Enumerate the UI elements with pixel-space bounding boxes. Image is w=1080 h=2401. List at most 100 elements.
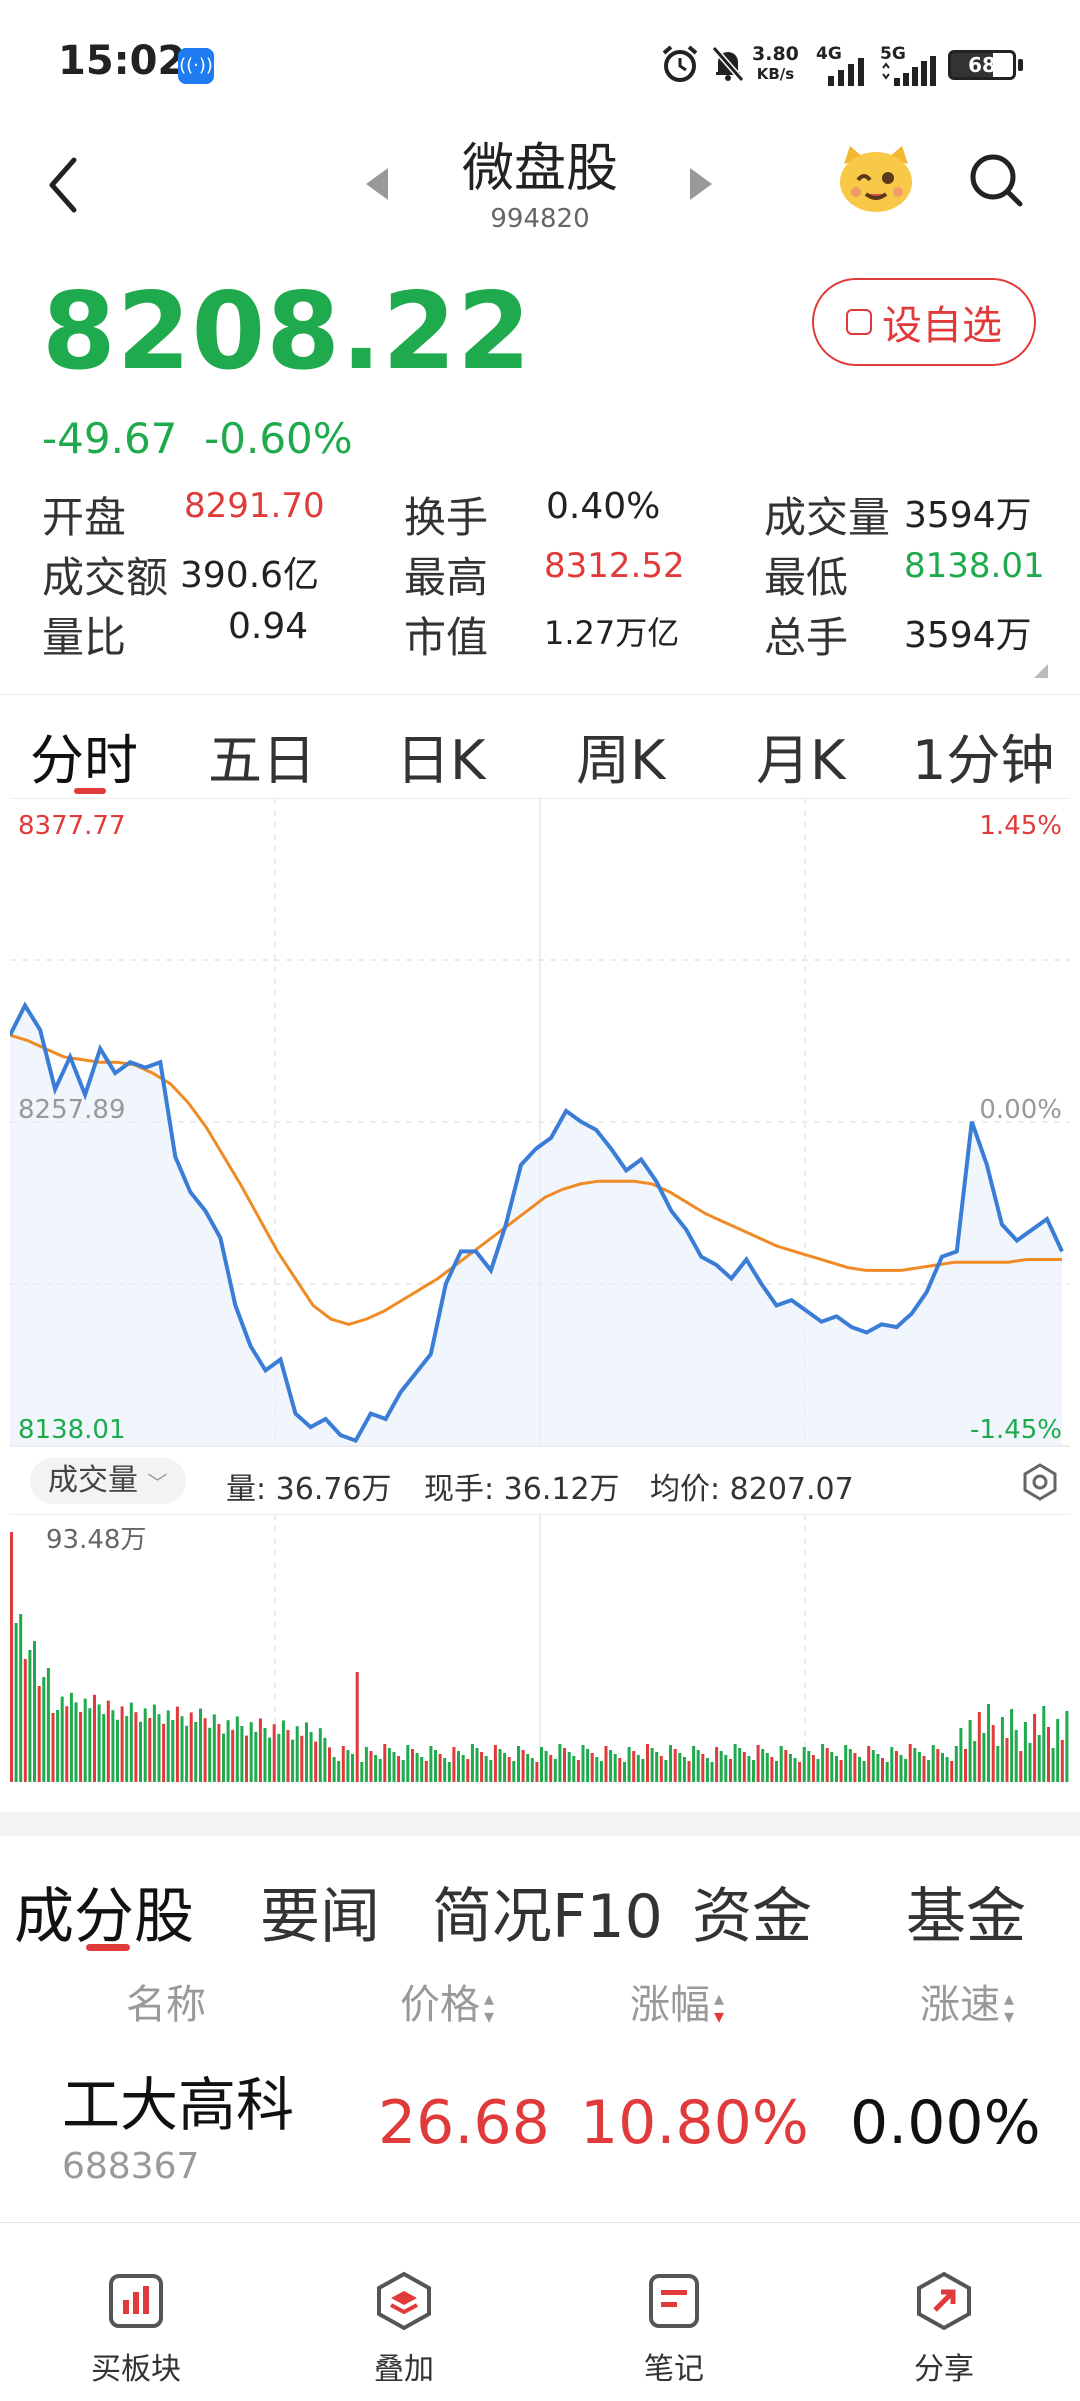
volume-bar bbox=[618, 1758, 622, 1782]
volume-bar bbox=[567, 1752, 571, 1782]
expand-corner-icon[interactable] bbox=[1034, 664, 1048, 678]
volume-bar bbox=[890, 1747, 894, 1782]
volume-bar bbox=[761, 1749, 765, 1782]
signal-5g-icon bbox=[882, 56, 936, 86]
nav-label: 笔记 bbox=[644, 2352, 704, 2387]
volume-bar bbox=[457, 1751, 460, 1782]
divider bbox=[0, 694, 1080, 695]
volume-bar bbox=[406, 1745, 410, 1782]
live-app-icon: ((·)) bbox=[178, 48, 214, 84]
volume-bar bbox=[171, 1720, 175, 1782]
volume-bar bbox=[798, 1762, 802, 1782]
sort-icon: ▴ ▾ bbox=[484, 1986, 495, 2028]
volume-bar bbox=[258, 1718, 262, 1782]
volume-bar bbox=[936, 1749, 940, 1782]
indicator-selector[interactable]: 成交量 ﹀ bbox=[30, 1458, 186, 1504]
axis-top-price: 8377.77 bbox=[18, 811, 126, 841]
volume-bar bbox=[641, 1759, 645, 1782]
layers-icon bbox=[377, 2271, 431, 2331]
volume-bar bbox=[245, 1735, 248, 1782]
volume-bar bbox=[328, 1747, 331, 1782]
tab-constituents[interactable]: 成分股 bbox=[14, 1868, 194, 1955]
volume-bar bbox=[1056, 1719, 1060, 1782]
volume-bar bbox=[480, 1752, 484, 1782]
volume-bar bbox=[853, 1753, 857, 1782]
volume-bar bbox=[632, 1751, 636, 1782]
section-separator bbox=[0, 1812, 1080, 1836]
volume-info-row: 成交量 ﹀ 量: 36.76万 现手: 36.12万 均价: 8207.07 bbox=[0, 1452, 1080, 1512]
volume-bar bbox=[314, 1741, 318, 1782]
table-row[interactable]: 工大高科 688367 26.68 10.80% 0.00% bbox=[0, 2040, 1080, 2210]
column-change[interactable]: 涨幅 ▴ ▾ bbox=[630, 1972, 724, 2030]
stat-value-high: 8312.52 bbox=[544, 546, 685, 586]
volume-bar bbox=[558, 1744, 562, 1782]
stat-label-total-hands: 总手 bbox=[764, 613, 849, 662]
volume-bar bbox=[738, 1748, 742, 1782]
volume-bar bbox=[816, 1759, 820, 1782]
tab-funds-flow[interactable]: 资金 bbox=[692, 1868, 812, 1955]
volume-bar bbox=[867, 1746, 871, 1782]
active-tab-indicator bbox=[74, 788, 106, 794]
tab-one-minute[interactable]: 1分钟 bbox=[912, 716, 1054, 795]
tab-monthly-k[interactable]: 月K bbox=[756, 716, 845, 795]
tab-five-day[interactable]: 五日 bbox=[208, 716, 316, 795]
nav-share[interactable]: 分享 bbox=[844, 2270, 1044, 2388]
stat-label-market-cap: 市值 bbox=[404, 613, 489, 662]
volume-bar bbox=[438, 1754, 442, 1782]
tab-f10[interactable]: 简况F10 bbox=[432, 1868, 663, 1955]
volume-bar bbox=[1060, 1740, 1064, 1782]
volume-bar bbox=[825, 1748, 829, 1782]
volume-bar bbox=[692, 1746, 696, 1782]
volume-bar bbox=[821, 1744, 825, 1782]
tab-fund[interactable]: 基金 bbox=[906, 1868, 1026, 1955]
volume-bar bbox=[521, 1750, 525, 1782]
intraday-price-chart[interactable]: 8377.77 8257.89 8138.01 1.45% 0.00% -1.4… bbox=[10, 798, 1070, 1448]
mascot-icon[interactable] bbox=[836, 142, 916, 214]
settings-icon[interactable] bbox=[1020, 1462, 1060, 1502]
volume-bar bbox=[526, 1754, 530, 1782]
volume-bar bbox=[277, 1733, 281, 1782]
volume-bar bbox=[530, 1758, 534, 1782]
volume-max-label: 93.48万 bbox=[46, 1525, 146, 1555]
volume-bar bbox=[83, 1698, 87, 1782]
add-favorite-button[interactable]: 设自选 bbox=[812, 278, 1036, 366]
volume-bar bbox=[420, 1757, 424, 1782]
tab-intraday[interactable]: 分时 bbox=[30, 716, 138, 795]
volume-chart[interactable]: 93.48万 bbox=[10, 1514, 1070, 1784]
volume-bar bbox=[300, 1735, 304, 1782]
column-name[interactable]: 名称 bbox=[126, 1972, 206, 2030]
nav-buy-sector[interactable]: 买板块 bbox=[36, 2270, 236, 2388]
next-index-icon[interactable] bbox=[690, 168, 712, 200]
nav-overlay[interactable]: 叠加 bbox=[304, 2270, 504, 2388]
volume-bar bbox=[996, 1746, 1000, 1782]
mute-icon bbox=[711, 46, 745, 82]
volume-bar bbox=[374, 1755, 378, 1782]
volume-bar bbox=[793, 1758, 797, 1782]
volume-bar bbox=[503, 1753, 507, 1782]
volume-bar bbox=[830, 1752, 834, 1782]
volume-bar bbox=[429, 1746, 433, 1782]
column-speed-label: 涨速 bbox=[920, 1982, 1000, 2028]
volume-bar bbox=[226, 1720, 230, 1782]
change-percent: -0.60% bbox=[204, 414, 353, 463]
prev-index-icon[interactable] bbox=[366, 168, 388, 200]
tab-daily-k[interactable]: 日K bbox=[396, 716, 485, 795]
index-code: 994820 bbox=[490, 204, 590, 234]
column-speed[interactable]: 涨速 ▴ ▾ bbox=[920, 1972, 1014, 2030]
volume-bar bbox=[775, 1761, 778, 1782]
volume-bar bbox=[802, 1747, 806, 1782]
nav-notes[interactable]: 笔记 bbox=[574, 2270, 774, 2388]
volume-bar bbox=[125, 1716, 129, 1782]
volume-bar bbox=[383, 1744, 387, 1782]
tab-weekly-k[interactable]: 周K bbox=[576, 716, 665, 795]
stat-label-amount: 成交额 bbox=[42, 553, 169, 602]
volume-bar bbox=[222, 1733, 225, 1782]
tab-news[interactable]: 要闻 bbox=[260, 1868, 380, 1955]
volume-bar bbox=[835, 1756, 838, 1782]
search-icon[interactable] bbox=[966, 150, 1026, 210]
volume-bar bbox=[97, 1704, 101, 1782]
column-price[interactable]: 价格 ▴ ▾ bbox=[400, 1972, 494, 2030]
volume-bar bbox=[148, 1718, 152, 1782]
volume-bar bbox=[369, 1751, 373, 1782]
share-icon bbox=[917, 2271, 971, 2331]
